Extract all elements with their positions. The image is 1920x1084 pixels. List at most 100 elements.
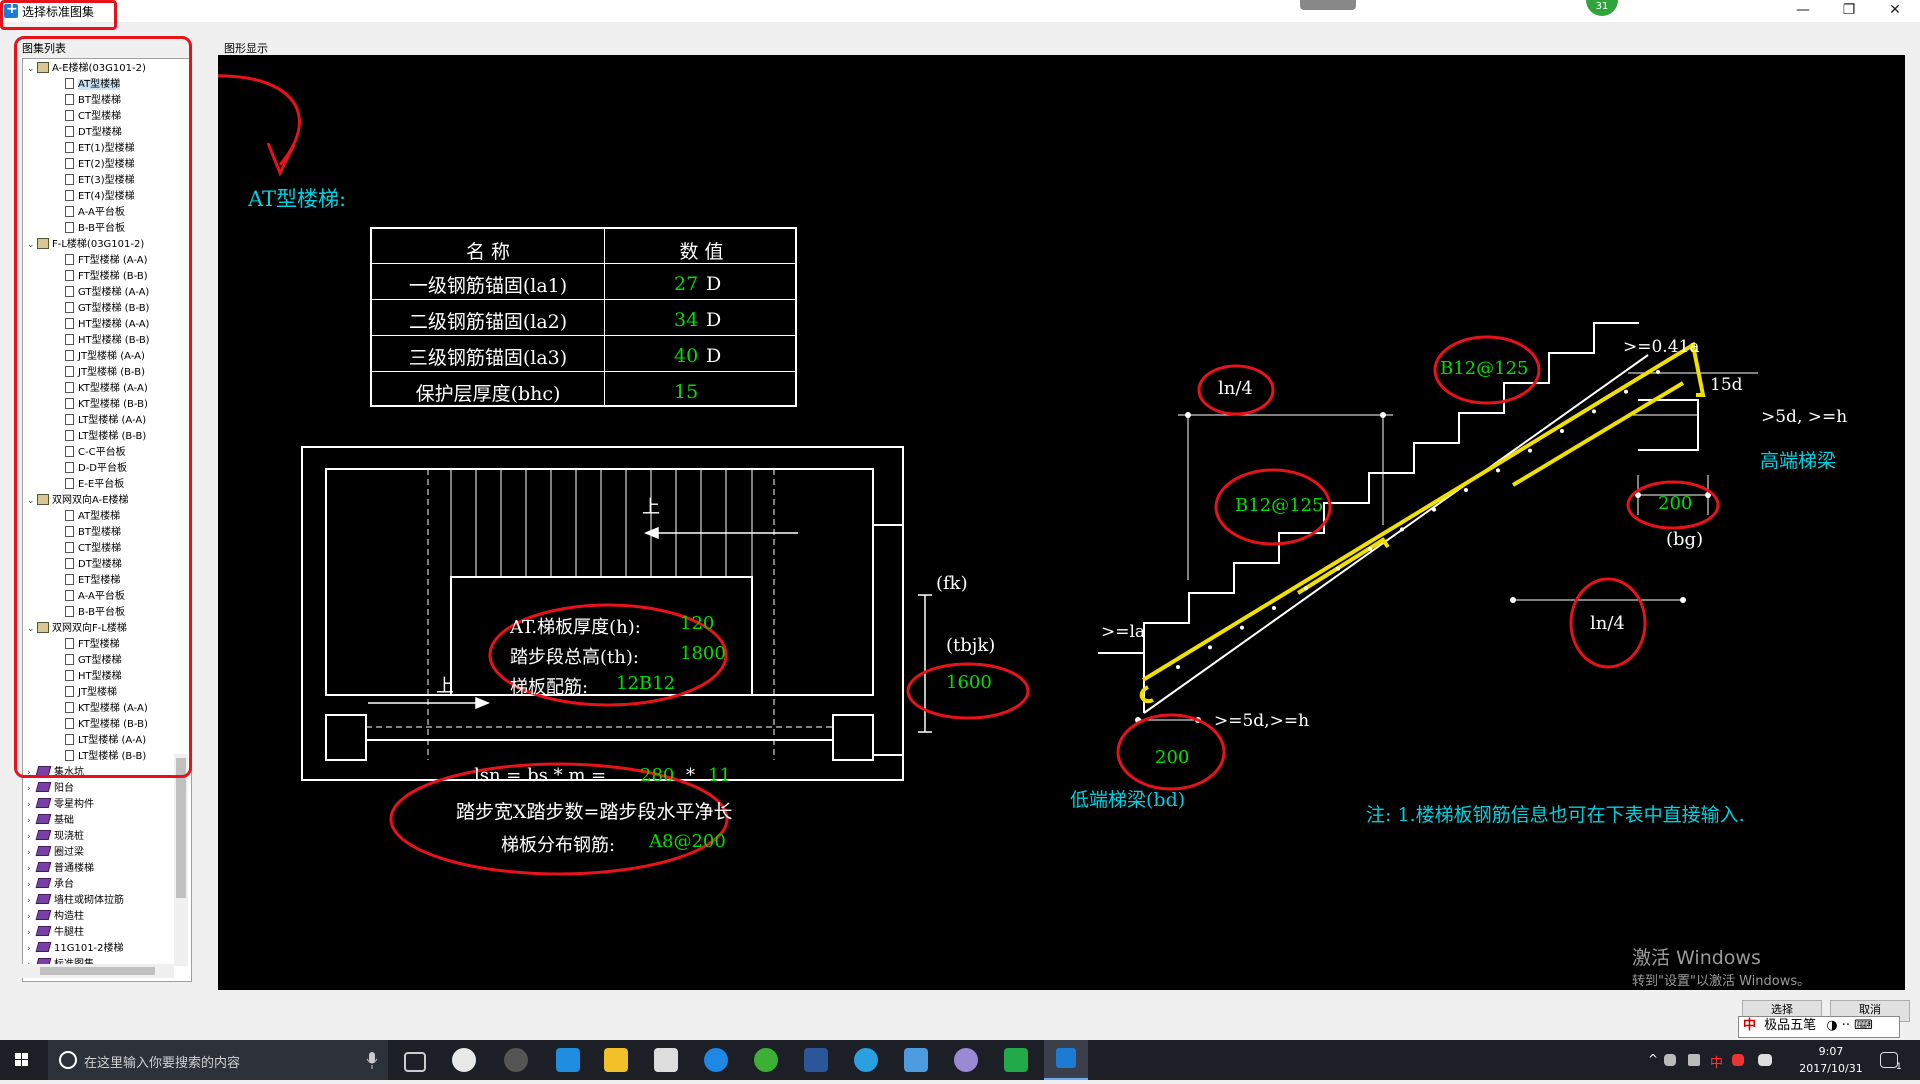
- wechat-icon[interactable]: [754, 1048, 778, 1072]
- category-book-icon: [35, 830, 52, 840]
- drawing-note: 注: 1.楼梯板钢筋信息也可在下表中直接输入.: [1366, 804, 1745, 826]
- tree-category[interactable]: › 阳台: [27, 781, 74, 797]
- category-book-icon: [35, 894, 52, 904]
- table-cell-unit: D: [706, 273, 722, 295]
- search-placeholder: 在这里输入你要搜索的内容: [84, 1056, 241, 1071]
- 5d-h-top-label: >5d, >=h: [1761, 407, 1848, 427]
- volume-icon[interactable]: [1688, 1054, 1700, 1066]
- active-app-icon[interactable]: [1044, 1040, 1088, 1080]
- step-height-value[interactable]: 1800: [680, 643, 726, 664]
- network-icon[interactable]: [1664, 1054, 1676, 1066]
- ime-symbols[interactable]: ◑ ·· ⌨: [1826, 1018, 1873, 1033]
- start-button[interactable]: [0, 1040, 44, 1080]
- 15d-label: 15d: [1710, 375, 1743, 395]
- tree-category[interactable]: › 零星构件: [27, 797, 94, 813]
- mid-rebar-value[interactable]: B12@125: [1235, 495, 1324, 516]
- sogou-browser-icon[interactable]: [704, 1048, 728, 1072]
- table-cell-name: 一级钢筋锚固(la1): [408, 275, 568, 297]
- settings-app-icon[interactable]: [504, 1048, 528, 1072]
- tree-annotation-box: [14, 36, 192, 778]
- fk-label: (fk): [936, 573, 968, 594]
- top-rebar-value[interactable]: B12@125: [1440, 358, 1529, 379]
- tree-category[interactable]: › 承台: [27, 877, 74, 893]
- anchor-041-label: >=0.41a: [1623, 337, 1700, 357]
- slab-rebar-label: 梯板配筋:: [510, 677, 589, 698]
- tree-category[interactable]: › 墙柱或砌体拉筋: [27, 893, 124, 909]
- table-cell-value[interactable]: 40: [674, 345, 698, 367]
- file-explorer-icon[interactable]: [604, 1048, 628, 1072]
- tree-category-label: 现浇桩: [54, 831, 84, 842]
- pinwheel-app-icon[interactable]: [452, 1048, 476, 1072]
- ime-indicator[interactable]: 中: [1710, 1052, 1723, 1071]
- taskbar-search[interactable]: 在这里输入你要搜索的内容: [48, 1040, 388, 1080]
- store-icon[interactable]: [654, 1048, 678, 1072]
- stair-drawing: [218, 74, 1758, 876]
- ln4-right-label: ln/4: [1590, 613, 1625, 634]
- table-divider: [372, 335, 795, 336]
- restore-button[interactable]: ❐: [1826, 0, 1872, 22]
- tree-category[interactable]: › 构造柱: [27, 909, 84, 925]
- table-cell-name: 三级钢筋锚固(la3): [408, 347, 568, 369]
- clock-time[interactable]: 9:07: [1786, 1045, 1876, 1058]
- paint-app-icon[interactable]: [954, 1048, 978, 1072]
- step-count-value[interactable]: 11: [708, 765, 731, 786]
- word-icon[interactable]: [804, 1048, 828, 1072]
- glodon-app-icon[interactable]: [1004, 1048, 1028, 1072]
- microphone-icon[interactable]: [364, 1040, 380, 1080]
- table-cell-value[interactable]: 34: [674, 309, 698, 331]
- anchor-parameter-table: 名 称 数 值 一级钢筋锚固(la1) 二级钢筋锚固(la2) 三级钢筋锚固(l…: [370, 227, 797, 407]
- tray-expand-icon[interactable]: ^: [1648, 1052, 1658, 1066]
- category-book-icon: [35, 798, 52, 808]
- antivirus-icon[interactable]: [1732, 1054, 1744, 1066]
- table-cell-value[interactable]: 27: [674, 273, 698, 295]
- edge-icon[interactable]: [556, 1048, 580, 1072]
- tree-category[interactable]: › 普通楼梯: [27, 861, 94, 877]
- table-cell-name: 二级钢筋锚固(la2): [408, 311, 568, 333]
- tbjk-value[interactable]: 1600: [946, 672, 992, 693]
- table-header-value: 数 值: [679, 241, 724, 263]
- category-book-icon: [35, 926, 52, 936]
- title-annotation-box: [0, 0, 117, 30]
- tree-category[interactable]: › 11G101-2楼梯: [27, 941, 124, 957]
- browser-icon[interactable]: [854, 1048, 878, 1072]
- vertical-scroll-thumb[interactable]: [176, 758, 186, 898]
- table-divider: [372, 371, 795, 372]
- tree-category[interactable]: › 牛腿柱: [27, 925, 84, 941]
- distribution-rebar-value[interactable]: A8@200: [649, 831, 726, 852]
- graphics-panel-label: 图形显示: [224, 42, 268, 55]
- activation-watermark-subtitle: 转到"设置"以激活 Windows。: [1632, 974, 1811, 989]
- ime-toolbar[interactable]: 中 极品五笔 ◑ ·· ⌨: [1738, 1016, 1900, 1038]
- top-handle[interactable]: [1300, 0, 1356, 10]
- stair-app-icon: [1056, 1048, 1076, 1068]
- preview-app-icon[interactable]: [904, 1048, 928, 1072]
- clock-date[interactable]: 2017/10/31: [1786, 1062, 1876, 1075]
- tree-horizontal-scrollbar[interactable]: [22, 964, 174, 978]
- plan-up-label: 上: [436, 676, 454, 697]
- tree-category[interactable]: › 基础: [27, 813, 74, 829]
- windows-logo-icon: [15, 1053, 28, 1066]
- thickness-value[interactable]: 120: [680, 613, 714, 634]
- step-width-value[interactable]: 280: [640, 765, 674, 786]
- notification-badge[interactable]: 31: [1586, 0, 1618, 16]
- tree-category[interactable]: › 圈过梁: [27, 845, 84, 861]
- ime-logo: 中: [1743, 1018, 1757, 1033]
- tree-category-label: 普通楼梯: [54, 863, 94, 874]
- tree-vertical-scrollbar[interactable]: [174, 754, 188, 966]
- low-beam-width-value[interactable]: 200: [1155, 747, 1189, 768]
- minimize-button[interactable]: —: [1780, 0, 1826, 22]
- high-beam-width-value[interactable]: 200: [1658, 493, 1692, 514]
- tree-category[interactable]: › 现浇桩: [27, 829, 84, 845]
- slab-rebar-value[interactable]: 12B12: [616, 673, 675, 694]
- category-book-icon: [35, 878, 52, 888]
- table-cell-value[interactable]: 15: [674, 381, 698, 403]
- keyboard-icon[interactable]: [1758, 1054, 1772, 1066]
- tree-category-label: 基础: [54, 815, 74, 826]
- tree-category-label: 零星构件: [54, 799, 94, 810]
- horizontal-scroll-thumb[interactable]: [40, 967, 155, 975]
- task-view-icon[interactable]: [404, 1052, 426, 1072]
- title-bar: 选择标准图集 31 — ❐ ✕: [0, 0, 1920, 22]
- formula-explanation: 踏步宽X踏步数=踏步段水平净长: [456, 801, 733, 823]
- drawing-heading: AT型楼梯:: [248, 187, 347, 211]
- tree-category-label: 墙柱或砌体拉筋: [54, 895, 124, 906]
- close-button[interactable]: ✕: [1872, 0, 1918, 22]
